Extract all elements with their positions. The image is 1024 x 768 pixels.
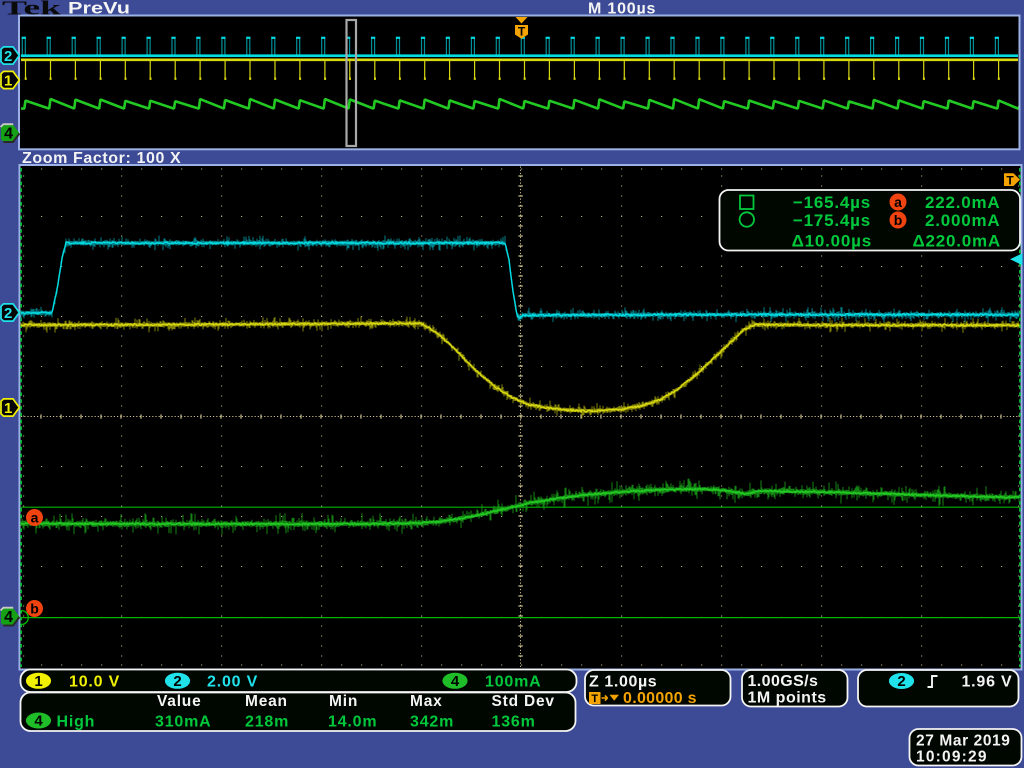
svg-text:a: a — [894, 194, 902, 210]
svg-text:2.000mA: 2.000mA — [925, 211, 1001, 230]
svg-text:−165.4µs: −165.4µs — [793, 193, 871, 212]
svg-text:0.00000 s: 0.00000 s — [623, 690, 697, 707]
svg-text:T: T — [1006, 173, 1014, 187]
svg-text:Min: Min — [329, 693, 358, 710]
svg-text:Std Dev: Std Dev — [492, 693, 555, 710]
svg-text:14.0m: 14.0m — [328, 714, 377, 731]
svg-text:310mA: 310mA — [155, 714, 211, 731]
svg-text:1.96 V: 1.96 V — [961, 674, 1012, 691]
svg-text:10:09:29: 10:09:29 — [916, 749, 988, 766]
svg-text:a: a — [31, 510, 39, 526]
svg-text:2: 2 — [4, 48, 12, 65]
svg-text:1: 1 — [34, 673, 42, 690]
svg-text:Mean: Mean — [245, 693, 288, 710]
svg-text:1.00GS/s: 1.00GS/s — [748, 673, 819, 690]
svg-text:1: 1 — [4, 72, 12, 89]
svg-text:1M points: 1M points — [748, 690, 827, 707]
svg-text:b: b — [894, 212, 903, 228]
svg-text:Δ10.00µs: Δ10.00µs — [792, 232, 872, 251]
svg-text:High: High — [57, 714, 96, 731]
svg-text:4: 4 — [4, 126, 13, 143]
svg-text:Value: Value — [157, 693, 202, 710]
svg-text:T: T — [518, 25, 526, 39]
svg-text:1: 1 — [4, 400, 12, 417]
svg-text:10.0 V: 10.0 V — [69, 674, 120, 691]
svg-text:Max: Max — [410, 693, 443, 710]
svg-text:100mA: 100mA — [485, 674, 541, 691]
svg-text:2.00 V: 2.00 V — [207, 674, 258, 691]
svg-text:27 Mar 2019: 27 Mar 2019 — [916, 733, 1011, 750]
svg-text:222.0mA: 222.0mA — [925, 193, 1001, 212]
svg-text:136m: 136m — [492, 714, 536, 731]
svg-text:2: 2 — [4, 305, 12, 322]
svg-text:342m: 342m — [410, 714, 454, 731]
svg-text:218m: 218m — [245, 714, 289, 731]
svg-text:4: 4 — [451, 673, 460, 690]
svg-text:2: 2 — [897, 673, 905, 690]
svg-text:Z 1.00µs: Z 1.00µs — [589, 674, 657, 691]
svg-text:2: 2 — [173, 673, 181, 690]
svg-text:Δ220.0mA: Δ220.0mA — [912, 232, 1001, 251]
svg-text:4: 4 — [4, 609, 13, 626]
svg-text:4: 4 — [34, 713, 43, 730]
svg-text:b: b — [30, 601, 39, 617]
svg-text:T: T — [591, 693, 598, 705]
svg-text:−175.4µs: −175.4µs — [793, 211, 871, 230]
